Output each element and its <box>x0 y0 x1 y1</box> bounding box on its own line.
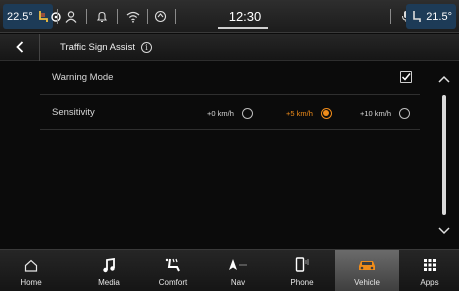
sensitivity-option-2[interactable]: +10 km/h <box>360 96 411 130</box>
status-separator <box>117 9 118 24</box>
chevron-up-icon <box>438 75 450 83</box>
sensitivity-option-0[interactable]: +0 km/h <box>207 96 253 130</box>
status-separator <box>57 9 58 24</box>
nav-item-home[interactable]: Home <box>0 250 62 291</box>
bell-icon[interactable] <box>96 0 108 33</box>
sensitivity-option-label: +0 km/h <box>207 108 234 118</box>
warning-mode-label: Warning Mode <box>52 72 114 83</box>
status-separator <box>390 9 391 24</box>
nav-label: Nav <box>230 278 246 287</box>
nav-item-media[interactable]: Media <box>77 250 141 291</box>
phone-icon <box>295 253 309 277</box>
passenger-temperature[interactable]: 21.5° <box>406 4 456 29</box>
sensitivity-option-1[interactable]: +5 km/h <box>286 96 332 130</box>
sensitivity-row: Sensitivity +0 km/h +5 km/h +10 km/h <box>40 96 420 130</box>
sensitivity-options: +0 km/h +5 km/h +10 km/h <box>190 96 420 130</box>
bottom-nav: Home Media Comfort Nav Phone Vehicle App… <box>0 249 459 291</box>
scrollbar-thumb[interactable] <box>442 95 446 215</box>
title-bar: Traffic Sign Assist i <box>0 33 459 61</box>
driver-temperature[interactable]: 22.5° <box>3 4 61 29</box>
seat-icon <box>164 253 182 277</box>
nav-label: Phone <box>290 278 314 287</box>
radio-button[interactable] <box>399 107 411 119</box>
status-separator <box>86 9 87 24</box>
clock-underline <box>218 27 268 29</box>
nav-item-vehicle[interactable]: Vehicle <box>335 250 399 291</box>
back-button[interactable] <box>0 33 40 61</box>
page-title: Traffic Sign Assist <box>60 41 135 53</box>
info-icon[interactable]: i <box>140 41 152 53</box>
user-profile-icon[interactable] <box>64 0 78 33</box>
driver-assist-icon[interactable] <box>154 0 167 33</box>
status-bar: 22.5° 12:30 21.5° <box>0 0 459 33</box>
driver-temperature-value: 22.5° <box>7 10 33 23</box>
nav-label: Apps <box>420 278 439 287</box>
passenger-temperature-value: 21.5° <box>426 10 452 23</box>
wifi-icon[interactable] <box>126 0 140 33</box>
nav-item-phone[interactable]: Phone <box>270 250 334 291</box>
home-icon <box>24 253 38 277</box>
steering-heat-icon <box>51 11 61 22</box>
nav-item-apps[interactable]: Apps <box>400 250 459 291</box>
sensitivity-option-label: +5 km/h <box>286 108 313 118</box>
car-icon <box>357 253 377 277</box>
radio-button-selected[interactable] <box>320 107 332 119</box>
chevron-down-icon <box>438 227 450 235</box>
warning-mode-checkbox[interactable] <box>400 71 412 83</box>
radio-button[interactable] <box>241 107 253 119</box>
sensitivity-label: Sensitivity <box>52 107 95 118</box>
scroll-down-button[interactable] <box>436 224 452 238</box>
nav-item-comfort[interactable]: Comfort <box>141 250 205 291</box>
nav-label: Comfort <box>158 278 188 287</box>
nav-item-nav[interactable]: Nav <box>206 250 270 291</box>
apps-grid-icon <box>423 253 436 277</box>
music-note-icon <box>102 253 116 277</box>
navigation-arrow-icon <box>228 253 248 277</box>
status-separator <box>175 9 176 24</box>
scroll-up-button[interactable] <box>436 72 452 86</box>
status-separator <box>147 9 148 24</box>
passenger-seat-icon <box>411 10 422 23</box>
chevron-left-icon <box>15 41 24 53</box>
settings-list: Warning Mode Sensitivity +0 km/h +5 km/h… <box>0 61 459 249</box>
nav-label: Home <box>20 278 42 287</box>
nav-label: Vehicle <box>354 278 380 287</box>
nav-label: Media <box>98 278 120 287</box>
checkmark-icon <box>401 73 411 81</box>
sensitivity-option-label: +10 km/h <box>360 108 392 118</box>
warning-mode-row[interactable]: Warning Mode <box>40 61 420 95</box>
heated-seat-icon <box>37 10 49 23</box>
